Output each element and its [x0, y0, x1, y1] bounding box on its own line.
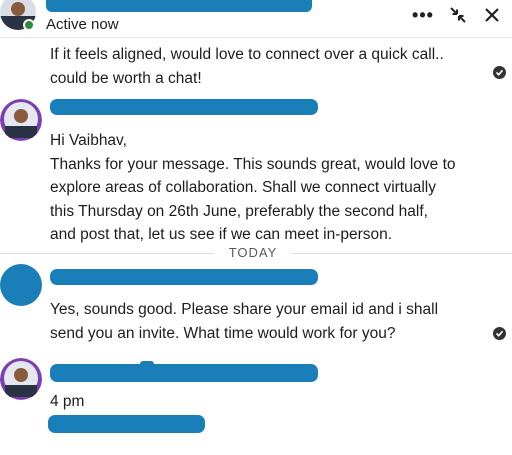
date-divider: TODAY	[0, 245, 512, 261]
sender-name-redacted	[50, 364, 318, 382]
collapse-arrows-icon	[450, 7, 466, 23]
presence-status: Active now	[46, 16, 119, 33]
date-divider-label: TODAY	[228, 245, 278, 260]
redacted-content	[48, 415, 205, 433]
message-text: Hi Vaibhav, Thanks for your message. Thi…	[50, 132, 456, 243]
sender-avatar[interactable]	[0, 358, 42, 400]
chat-header: Active now •••	[0, 0, 512, 38]
message-text: Yes, sounds good. Please share your emai…	[50, 301, 439, 342]
more-options-button[interactable]: •••	[410, 4, 436, 26]
message-text: 4 pm	[50, 393, 85, 410]
minimize-button[interactable]	[445, 4, 471, 26]
read-receipt-icon	[493, 66, 506, 79]
read-receipt-icon	[493, 327, 506, 340]
close-icon	[485, 8, 499, 22]
sender-name-redacted	[50, 269, 318, 285]
contact-name-redacted	[46, 0, 312, 12]
close-button[interactable]	[479, 4, 505, 26]
ellipsis-icon: •••	[412, 4, 434, 25]
online-status-indicator	[23, 19, 35, 31]
sender-avatar[interactable]	[0, 99, 42, 141]
sender-name-redacted	[50, 99, 318, 115]
sender-avatar-redacted[interactable]	[0, 264, 42, 306]
message-text: If it feels aligned, would love to conne…	[50, 46, 444, 87]
